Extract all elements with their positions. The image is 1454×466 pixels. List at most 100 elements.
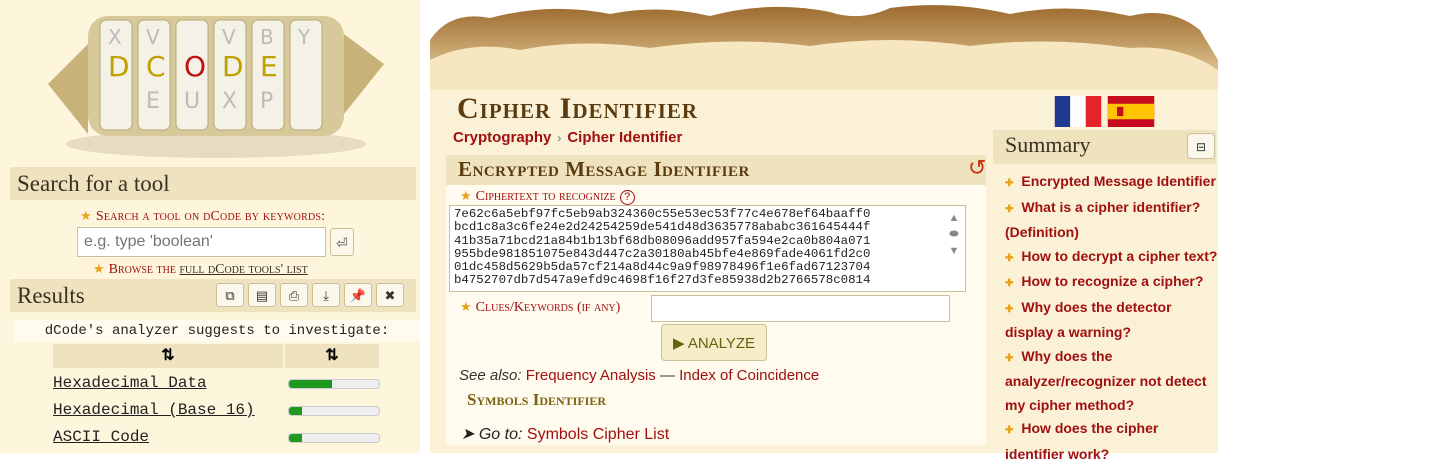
search-label: ★ Search a tool on dCode by keywords: (80, 208, 325, 225)
see-also-index-of-coincidence[interactable]: Index of Coincidence (679, 367, 819, 384)
goto-symbols-cipher-list[interactable]: Symbols Cipher List (527, 426, 669, 443)
breadcrumb-cipher-identifier[interactable]: Cipher Identifier (567, 129, 682, 146)
goto: ➤ Go to: Symbols Cipher List (461, 424, 669, 444)
summary-item[interactable]: ✚ How does the cipher identifier work? (1005, 417, 1220, 466)
search-label-text: Search a tool on dCode by keywords: (95, 209, 326, 224)
french-flag-icon[interactable] (1053, 96, 1103, 127)
result-link[interactable]: Hexadecimal Data (53, 371, 283, 395)
bullet-icon: ✚ (1005, 303, 1014, 315)
copy-icon: ⧉ (225, 288, 235, 303)
score-cell (285, 425, 380, 449)
score-bar-fill (289, 407, 302, 415)
result-link[interactable]: Hexadecimal (Base 16) (53, 398, 283, 422)
scroll-up-icon[interactable]: ▲ (947, 212, 961, 224)
summary-item-label: Why does the analyzer/recognizer not det… (1005, 347, 1207, 413)
score-bar-fill (289, 434, 302, 442)
textarea-scrollbar[interactable]: ▲ ⬬ ▼ (947, 212, 961, 257)
score-bar (288, 433, 380, 443)
star-icon: ★ (93, 261, 105, 276)
ciphertext-label-text: Ciphertext to recognize (475, 189, 616, 204)
parchment-torn-edge (430, 0, 1218, 90)
pin-button[interactable]: 📌 (344, 283, 372, 307)
breadcrumb: Cryptography › Cipher Identifier (453, 129, 682, 146)
svg-text:C: C (146, 50, 166, 83)
svg-text:O: O (184, 50, 206, 83)
bullet-icon: ✚ (1005, 278, 1014, 289)
download-icon: ⤓ (323, 288, 329, 303)
analyze-button[interactable]: ▶ ANALYZE (661, 324, 767, 361)
search-submit-button[interactable]: ⏎ (330, 228, 354, 256)
analyzer-note: dCode's analyzer suggests to investigate… (14, 320, 420, 342)
sort-score-button[interactable]: ⇅ (285, 344, 379, 368)
svg-text:D: D (222, 50, 244, 83)
breadcrumb-cryptography[interactable]: Cryptography (453, 129, 551, 146)
copy-button[interactable]: ⧉ (216, 283, 244, 307)
star-icon: ★ (460, 299, 472, 314)
summary-title: Summary (1005, 132, 1091, 157)
browse-tools-link[interactable]: full dCode tools' list (179, 262, 307, 277)
summary-item-label: Why does the detector display a warning? (1005, 298, 1172, 341)
scroll-thumb[interactable]: ⬬ (947, 228, 961, 241)
score-bar (288, 406, 380, 416)
summary-item[interactable]: ✚ How to decrypt a cipher text? (1005, 245, 1220, 271)
summary-item[interactable]: ✚ How to recognize a cipher? (1005, 270, 1220, 296)
summary-item[interactable]: ✚ What is a cipher identifier? (Definitio… (1005, 196, 1220, 245)
bullet-icon: ✚ (1005, 203, 1014, 215)
clues-input[interactable] (651, 295, 950, 322)
breadcrumb-separator: › (557, 131, 562, 145)
table-row: Hexadecimal Data (53, 371, 380, 395)
reset-icon[interactable]: ↺ (968, 155, 986, 181)
result-link[interactable]: ASCII Code (53, 425, 283, 449)
tool-title: Encrypted Message Identifier (458, 157, 750, 181)
clues-label-text: Clues/Keywords (if any) (475, 300, 621, 315)
copy-all-icon: ▤ (255, 288, 269, 303)
score-cell (285, 371, 380, 395)
summary-toggle-button[interactable]: ⊟ (1187, 133, 1215, 159)
summary-item-label: How to recognize a cipher? (1021, 273, 1204, 289)
ciphertext-input[interactable]: 7e62c6a5ebf97fc5eb9ab324360c55e53ec53f77… (449, 205, 966, 292)
bullet-icon: ✚ (1005, 252, 1014, 264)
search-input[interactable] (77, 227, 326, 257)
summary-toggle-icon: ⊟ (1195, 140, 1207, 154)
language-flags (1053, 96, 1159, 127)
svg-text:Y: Y (297, 25, 311, 49)
summary-item[interactable]: ✚ Encrypted Message Identifier (1005, 170, 1220, 196)
score-bar-fill (289, 380, 333, 388)
clues-label: ★ Clues/Keywords (if any) (460, 299, 620, 316)
svg-text:E: E (146, 89, 160, 114)
svg-text:D: D (108, 50, 130, 83)
sort-name-button[interactable]: ⇅ (53, 344, 283, 368)
see-also: See also: Frequency Analysis — Index of … (459, 367, 819, 384)
results-table: ⇅ ⇅ Hexadecimal Data Hexadecimal (Base 1… (53, 344, 380, 449)
table-row: Hexadecimal (Base 16) (53, 398, 380, 422)
results-toolbar: ⧉ ▤ ⎙ ⤓ 📌 ✖ (216, 283, 408, 309)
svg-text:V: V (222, 25, 236, 49)
help-icon[interactable]: ? (619, 190, 635, 205)
browse-prefix: Browse the (108, 262, 176, 277)
summary-item-label: Encrypted Message Identifier (1021, 173, 1216, 189)
copy-all-button[interactable]: ▤ (248, 283, 276, 307)
summary-item-label: How to decrypt a cipher text? (1021, 247, 1218, 264)
summary-list: ✚ Encrypted Message Identifier ✚ What is a… (1005, 170, 1220, 466)
svg-text:E: E (260, 50, 278, 83)
summary-item[interactable]: ✚ Why does the analyzer/recognizer not de… (1005, 345, 1220, 418)
ciphertext-value: 7e62c6a5ebf97fc5eb9ab324360c55e53ec53f77… (454, 208, 871, 288)
spanish-flag-icon[interactable] (1106, 96, 1156, 127)
see-also-separator: — (655, 367, 680, 384)
enter-icon: ⏎ (336, 235, 348, 251)
see-also-frequency-analysis[interactable]: Frequency Analysis (526, 367, 656, 384)
download-button[interactable]: ⤓ (312, 283, 340, 307)
bullet-icon: ✚ (1005, 425, 1014, 436)
symbols-identifier-title[interactable]: Symbols Identifier (467, 390, 606, 410)
summary-item[interactable]: ✚ Why does the detector display a warning… (1005, 296, 1220, 345)
svg-text:B: B (260, 25, 274, 49)
dcode-logo[interactable]: D C O D E X V V B Y E U X P (48, 4, 384, 164)
goto-label: ➤ Go to: (461, 426, 523, 443)
pin-icon: 📌 (349, 288, 367, 303)
close-button[interactable]: ✖ (376, 283, 404, 307)
bullet-icon: ✚ (1005, 178, 1014, 189)
score-bar (288, 379, 380, 389)
scroll-down-icon[interactable]: ▼ (947, 245, 961, 257)
print-button[interactable]: ⎙ (280, 283, 308, 307)
svg-text:U: U (184, 89, 200, 114)
